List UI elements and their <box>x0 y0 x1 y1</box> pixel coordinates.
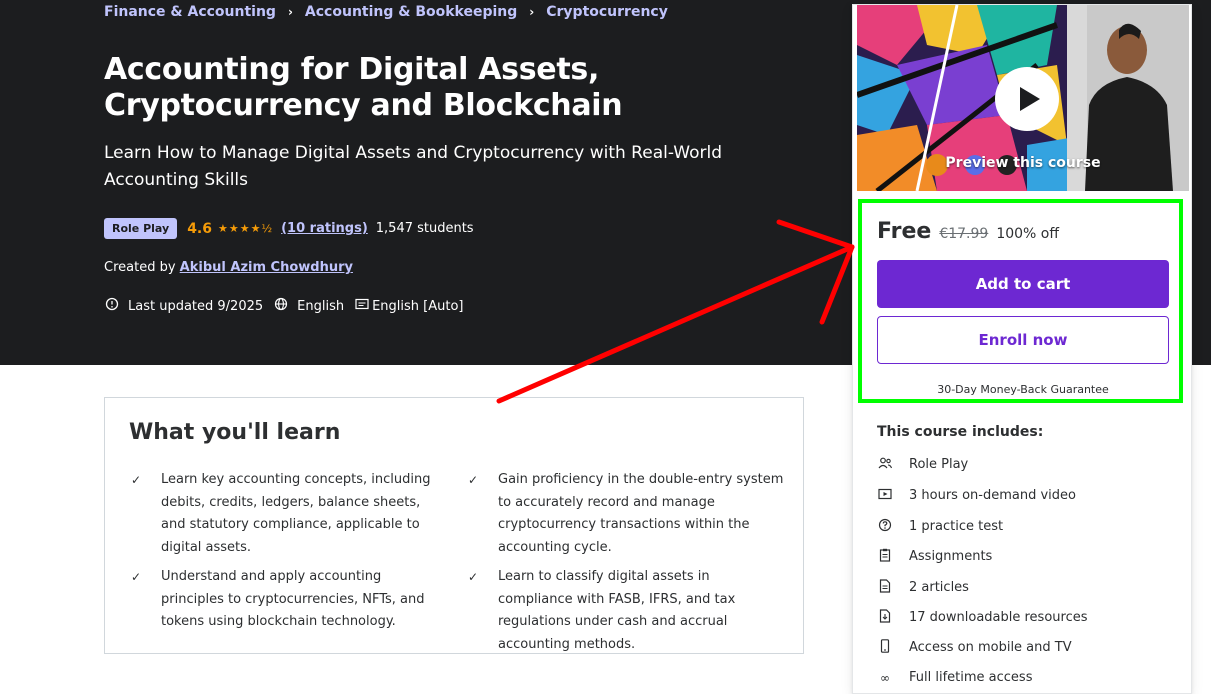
check-icon: ✓ <box>468 570 479 584</box>
course-captions: English [Auto] <box>372 298 464 314</box>
include-item-articles: 2 articles <box>877 579 969 596</box>
captions-icon <box>354 298 370 314</box>
breadcrumb-item-cryptocurrency[interactable]: Cryptocurrency <box>546 4 668 20</box>
role-play-icon <box>877 457 893 472</box>
play-button[interactable] <box>995 67 1059 131</box>
what-youll-learn-box: What you'll learn ✓ Learn key accounting… <box>104 397 804 654</box>
article-icon <box>877 579 893 596</box>
ratings-link[interactable]: (10 ratings) <box>281 221 368 236</box>
created-by: Created by Akibul Azim Chowdhury <box>104 260 353 275</box>
learn-item-text: Learn key accounting concepts, including… <box>161 472 431 555</box>
learn-item: ✓ Understand and apply accounting princi… <box>131 566 441 634</box>
last-updated: Last updated 9/2025 <box>128 298 264 314</box>
include-item-downloads: 17 downloadable resources <box>877 609 1088 626</box>
learn-item-text: Gain proficiency in the double-entry sys… <box>498 472 784 555</box>
preview-label: Preview this course <box>945 155 1101 171</box>
include-item-video: 3 hours on-demand video <box>877 488 1076 503</box>
course-subtitle: Learn How to Manage Digital Assets and C… <box>104 143 722 190</box>
include-item-label: 3 hours on-demand video <box>909 488 1076 503</box>
breadcrumb: Finance & Accounting › Accounting & Book… <box>104 4 668 20</box>
learn-item-text: Learn to classify digital assets in comp… <box>498 569 736 652</box>
video-icon <box>877 488 893 503</box>
students-count: 1,547 students <box>375 221 474 236</box>
course-title: Accounting for Digital Assets, Cryptocur… <box>104 52 623 123</box>
assignment-icon <box>877 548 893 565</box>
include-item-label: 2 articles <box>909 580 969 595</box>
breadcrumb-item-finance-accounting[interactable]: Finance & Accounting <box>104 4 276 20</box>
include-item-lifetime: ∞ Full lifetime access <box>877 670 1032 685</box>
includes-title: This course includes: <box>877 424 1044 440</box>
breadcrumb-item-accounting-bookkeeping[interactable]: Accounting & Bookkeeping <box>305 4 517 20</box>
include-item-label: Access on mobile and TV <box>909 640 1072 655</box>
role-play-badge: Role Play <box>104 218 178 239</box>
course-preview[interactable]: Preview this course <box>857 5 1189 191</box>
play-icon <box>1020 87 1040 111</box>
highlight-box <box>858 199 1183 403</box>
alert-icon <box>104 297 120 315</box>
question-icon <box>877 518 893 535</box>
include-item-label: Full lifetime access <box>909 670 1033 685</box>
learn-item: ✓ Gain proficiency in the double-entry s… <box>468 469 788 559</box>
globe-icon <box>273 297 289 315</box>
include-item-label: Assignments <box>909 549 993 564</box>
check-icon: ✓ <box>131 473 142 487</box>
download-icon <box>877 609 893 626</box>
course-language: English <box>297 298 345 314</box>
star-rating-icon: ★★★★½ <box>218 222 274 235</box>
learn-title: What you'll learn <box>129 420 341 445</box>
include-item-role-play: Role Play <box>877 457 968 472</box>
learn-item-text: Understand and apply accounting principl… <box>161 569 425 629</box>
created-by-label: Created by <box>104 260 176 275</box>
check-icon: ✓ <box>131 570 142 584</box>
learn-item: ✓ Learn to classify digital assets in co… <box>468 566 778 656</box>
chevron-right-icon: › <box>529 5 535 19</box>
include-item-mobile: Access on mobile and TV <box>877 639 1072 656</box>
rating-value: 4.6 <box>187 220 212 237</box>
author-link[interactable]: Akibul Azim Chowdhury <box>180 260 353 275</box>
course-meta: Last updated 9/2025 English English [Aut… <box>104 297 464 315</box>
chevron-right-icon: › <box>287 5 293 19</box>
check-icon: ✓ <box>468 473 479 487</box>
include-item-label: Role Play <box>909 457 969 472</box>
infinity-icon: ∞ <box>880 670 890 685</box>
include-item-assignments: Assignments <box>877 548 992 565</box>
include-item-label: 1 practice test <box>909 519 1004 534</box>
mobile-icon <box>877 639 893 656</box>
include-item-practice-test: 1 practice test <box>877 518 1003 535</box>
rating-row: Role Play 4.6 ★★★★½ (10 ratings) 1,547 s… <box>104 218 474 239</box>
learn-item: ✓ Learn key accounting concepts, includi… <box>131 469 441 559</box>
include-item-label: 17 downloadable resources <box>909 610 1088 625</box>
